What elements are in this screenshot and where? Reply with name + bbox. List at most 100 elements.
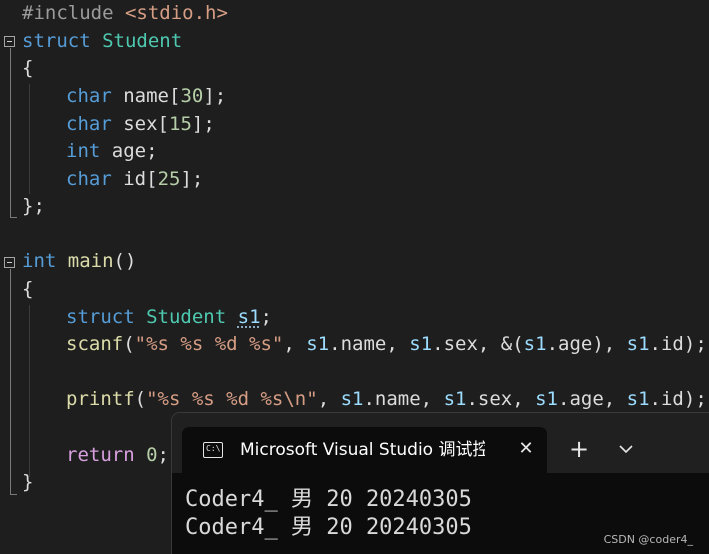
brace: { xyxy=(22,57,34,79)
bracket: [ xyxy=(168,85,181,107)
console-icon: C:\ xyxy=(203,442,223,458)
chevron-down-icon[interactable] xyxy=(614,439,638,459)
brace-semicolon: }; xyxy=(22,195,45,217)
field-identifier: name xyxy=(123,85,169,107)
member: .sex xyxy=(466,388,513,410)
parens: () xyxy=(113,250,137,272)
code-line-struct-decl: struct Student xyxy=(22,28,182,55)
code-line-field-id: char id[25]; xyxy=(66,166,203,193)
collapse-main-icon[interactable] xyxy=(4,257,15,268)
return-value: 0 xyxy=(146,444,158,466)
format-string: "%s %s %d %s" xyxy=(134,333,284,355)
member: .name xyxy=(329,333,387,355)
keyword-struct: struct xyxy=(22,30,91,52)
member: .id xyxy=(649,388,684,410)
new-tab-button[interactable]: + xyxy=(567,437,591,461)
type-keyword: char xyxy=(66,85,112,107)
indent-guide-main xyxy=(29,305,30,477)
variable-s1: s1 xyxy=(626,388,650,410)
array-size: 30 xyxy=(180,85,204,107)
variable-s1: s1 xyxy=(535,388,558,410)
semicolon: ; xyxy=(260,306,272,328)
member: .age xyxy=(558,388,604,410)
type-keyword: char xyxy=(66,168,112,190)
punct: , xyxy=(420,388,444,410)
member: .sex xyxy=(432,333,478,355)
code-line-var-decl: struct Student s1; xyxy=(66,304,272,331)
variable-s1: s1 xyxy=(523,333,547,355)
brace: { xyxy=(22,278,34,300)
code-line-return: return 0; xyxy=(66,442,169,469)
code-line-close-brace: } xyxy=(22,469,33,496)
keyword-struct: struct xyxy=(66,306,135,328)
paren: ( xyxy=(134,388,147,410)
type-keyword: char xyxy=(66,113,112,135)
variable-s1: s1 xyxy=(306,333,330,355)
punct: , xyxy=(283,333,307,355)
code-line-open-brace: { xyxy=(22,55,33,82)
paren-semicolon: ); xyxy=(683,388,707,410)
struct-name: Student xyxy=(102,30,183,52)
struct-name: Student xyxy=(146,306,227,328)
field-identifier: age xyxy=(111,140,147,162)
variable-s1: s1 xyxy=(409,333,433,355)
paren-semicolon: ); xyxy=(683,333,707,355)
console-output-line: Coder4_ 男 20 20240305 xyxy=(185,515,472,540)
main-fold-guide-end xyxy=(10,494,17,495)
array-size: 25 xyxy=(157,168,181,190)
code-line-field-name: char name[30]; xyxy=(66,83,226,110)
array-size: 15 xyxy=(169,113,192,135)
code-line-field-sex: char sex[15]; xyxy=(66,111,215,138)
member: .age xyxy=(546,333,593,355)
struct-fold-guide-end xyxy=(10,217,17,218)
punct: , xyxy=(317,388,341,410)
bracket: [ xyxy=(146,168,158,190)
format-string: "%s %s %d %s\n" xyxy=(146,388,318,410)
watermark: CSDN @coder4_ xyxy=(603,533,693,546)
bracket-semicolon: ]; xyxy=(180,168,204,190)
variable-s1: s1 xyxy=(443,388,467,410)
semicolon: ; xyxy=(157,444,169,466)
variable-s1[interactable]: s1 xyxy=(238,306,261,328)
punct: , xyxy=(386,333,410,355)
punct: , &( xyxy=(477,333,524,355)
keyword-return: return xyxy=(66,444,135,466)
function-call: scanf xyxy=(66,333,124,355)
semicolon: ; xyxy=(146,140,158,162)
bracket-semicolon: ]; xyxy=(191,113,215,135)
punct: ), xyxy=(592,333,627,355)
terminal-titlebar[interactable]: C:\ Microsoft Visual Studio 调试控制台 ✕ + xyxy=(172,413,709,473)
member: .name xyxy=(363,388,421,410)
terminal-tab[interactable]: C:\ Microsoft Visual Studio 调试控制台 ✕ xyxy=(182,427,547,473)
type-keyword: int xyxy=(66,140,101,162)
member: .id xyxy=(649,333,684,355)
code-line-printf: printf("%s %s %d %s\n", s1.name, s1.sex,… xyxy=(66,386,707,413)
struct-fold-guide xyxy=(10,48,11,218)
punct: , xyxy=(512,388,536,410)
variable-s1: s1 xyxy=(626,333,650,355)
code-line-field-age: int age; xyxy=(66,138,158,165)
include-header: <stdio.h> xyxy=(124,2,228,24)
code-line-main-decl: int main() xyxy=(22,248,136,275)
close-tab-icon[interactable]: ✕ xyxy=(514,437,538,461)
preprocessor-directive: #include xyxy=(22,2,125,24)
punct: , xyxy=(603,388,627,410)
console-output-line: Coder4_ 男 20 20240305 xyxy=(185,487,472,512)
type-keyword: int xyxy=(22,250,57,272)
variable-s1: s1 xyxy=(340,388,364,410)
code-line-include: #include <stdio.h> xyxy=(22,0,228,27)
bracket: [ xyxy=(157,113,169,135)
code-line-close-brace: }; xyxy=(22,193,45,220)
tab-title: Microsoft Visual Studio 调试控制台 xyxy=(240,440,485,460)
main-fold-guide xyxy=(10,269,11,495)
field-identifier: id xyxy=(123,168,147,190)
code-line-scanf: scanf("%s %s %d %s", s1.name, s1.sex, &(… xyxy=(66,331,707,358)
field-identifier: sex xyxy=(123,113,158,135)
function-name: main xyxy=(67,250,114,272)
brace: } xyxy=(22,471,34,493)
indent-guide-struct xyxy=(29,84,30,194)
collapse-struct-icon[interactable] xyxy=(4,36,15,47)
function-call: printf xyxy=(66,388,135,410)
debug-console-window[interactable]: C:\ Microsoft Visual Studio 调试控制台 ✕ + Co… xyxy=(172,413,709,554)
code-line-open-brace: { xyxy=(22,276,33,303)
